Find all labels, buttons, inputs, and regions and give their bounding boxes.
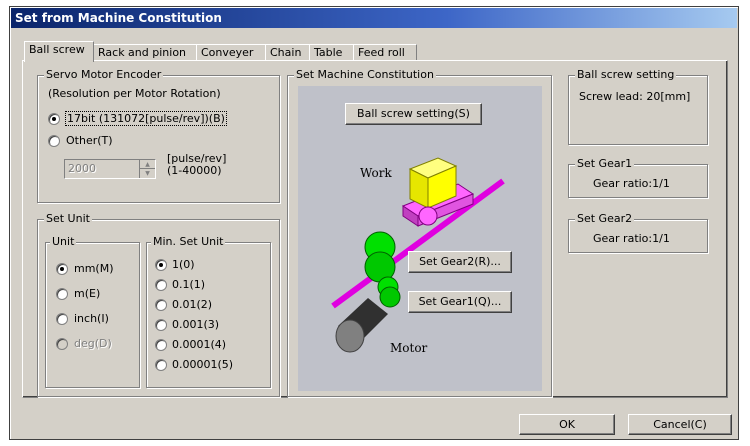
radio-min-unit-0-001[interactable] (155, 319, 167, 331)
label-17bit[interactable]: 17bit (131072[pulse/rev])(B) (65, 111, 227, 126)
screw-lead-value: Screw lead: 20[mm] (579, 90, 691, 103)
label-min-unit-0-0001[interactable]: 0.0001(4) (172, 338, 226, 351)
cancel-button[interactable]: Cancel(C) (628, 414, 732, 435)
radio-unit-deg[interactable] (56, 338, 68, 350)
set-gear2-button[interactable]: Set Gear2(R)... (408, 251, 512, 273)
spin-up-icon[interactable]: ▲ (139, 160, 155, 169)
radio-unit-inch[interactable] (56, 313, 68, 325)
set-unit-group: Set Unit Unit mm(M) m(E) inch(I) deg(D) … (37, 212, 280, 397)
label-min-unit-0-1[interactable]: 0.1(1) (172, 278, 205, 291)
gear1-ratio: Gear ratio:1/1 (593, 177, 670, 190)
radio-min-unit-1[interactable] (155, 259, 167, 271)
radio-min-unit-0-01[interactable] (155, 299, 167, 311)
radio-min-unit-0-00001[interactable] (155, 359, 167, 371)
label-unit-deg[interactable]: deg(D) (74, 337, 112, 350)
motor-label: Motor (390, 341, 428, 355)
radio-min-unit-0-0001[interactable] (155, 339, 167, 351)
unit-group: Unit mm(M) m(E) inch(I) deg(D) (45, 235, 140, 388)
spin-down-icon[interactable]: ▼ (139, 169, 155, 178)
min-set-unit-group-title: Min. Set Unit (151, 235, 226, 248)
tab-chain[interactable]: Chain (265, 44, 310, 61)
radio-min-unit-0-1[interactable] (155, 279, 167, 291)
machine-constitution-group: Set Machine Constitution Ball screw sett… (287, 68, 552, 397)
bearing (418, 206, 438, 226)
gear2-ratio: Gear ratio:1/1 (593, 232, 670, 245)
tab-ball-screw[interactable]: Ball screw (24, 41, 94, 62)
tab-feed-roll[interactable]: Feed roll (353, 44, 417, 61)
radio-other[interactable] (48, 135, 60, 147)
tab-conveyer[interactable]: Conveyer (196, 44, 266, 61)
tab-table[interactable]: Table (309, 44, 354, 61)
dialog-window: Set from Machine Constitution Ball screw… (9, 6, 739, 440)
encoder-subtitle: (Resolution per Motor Rotation) (48, 87, 221, 100)
encoder-group-title: Servo Motor Encoder (44, 68, 164, 81)
other-resolution-input[interactable]: 2000 ▲ ▼ (64, 159, 156, 179)
set-gear2-group-title: Set Gear2 (575, 212, 635, 225)
unit-line2: (1-40000) (167, 164, 222, 177)
ball-screw-setting-group: Ball screw setting Screw lead: 20[mm] (568, 68, 708, 145)
set-gear1-group-title: Set Gear1 (575, 157, 635, 170)
label-min-unit-0-001[interactable]: 0.001(3) (172, 318, 219, 331)
label-unit-m[interactable]: m(E) (74, 287, 100, 300)
set-gear2-group: Set Gear2 Gear ratio:1/1 (568, 212, 708, 253)
min-set-unit-group: Min. Set Unit 1(0) 0.1(1) 0.01(2) 0.001(… (146, 235, 271, 388)
tab-rack-and-pinion[interactable]: Rack and pinion (93, 44, 197, 61)
machine-diagram: Ball screw setting(S) Work Set Gear2(R).… (298, 86, 542, 391)
label-unit-inch[interactable]: inch(I) (74, 312, 109, 325)
radio-unit-m[interactable] (56, 288, 68, 300)
motor-face (335, 319, 365, 353)
title-bar[interactable]: Set from Machine Constitution (11, 8, 737, 28)
label-min-unit-1[interactable]: 1(0) (172, 258, 195, 271)
ball-screw-setting-button[interactable]: Ball screw setting(S) (345, 103, 482, 125)
label-unit-mm[interactable]: mm(M) (74, 262, 114, 275)
set-gear1-group: Set Gear1 Gear ratio:1/1 (568, 157, 708, 198)
work-label: Work (360, 166, 392, 180)
radio-unit-mm[interactable] (56, 263, 68, 275)
radio-17bit[interactable] (48, 113, 60, 125)
label-min-unit-0-00001[interactable]: 0.00001(5) (172, 358, 233, 371)
machine-constitution-group-title: Set Machine Constitution (294, 68, 436, 81)
other-resolution-value: 2000 (68, 162, 96, 175)
ok-button[interactable]: OK (519, 414, 615, 435)
set-unit-group-title: Set Unit (44, 212, 92, 225)
label-other[interactable]: Other(T) (66, 134, 113, 147)
unit-group-title: Unit (50, 235, 77, 248)
label-min-unit-0-01[interactable]: 0.01(2) (172, 298, 212, 311)
encoder-group: Servo Motor Encoder (Resolution per Moto… (37, 68, 280, 203)
tab-panel: Servo Motor Encoder (Resolution per Moto… (22, 60, 728, 398)
ball-screw-setting-group-title: Ball screw setting (575, 68, 677, 81)
set-gear1-button[interactable]: Set Gear1(Q)... (408, 291, 512, 313)
